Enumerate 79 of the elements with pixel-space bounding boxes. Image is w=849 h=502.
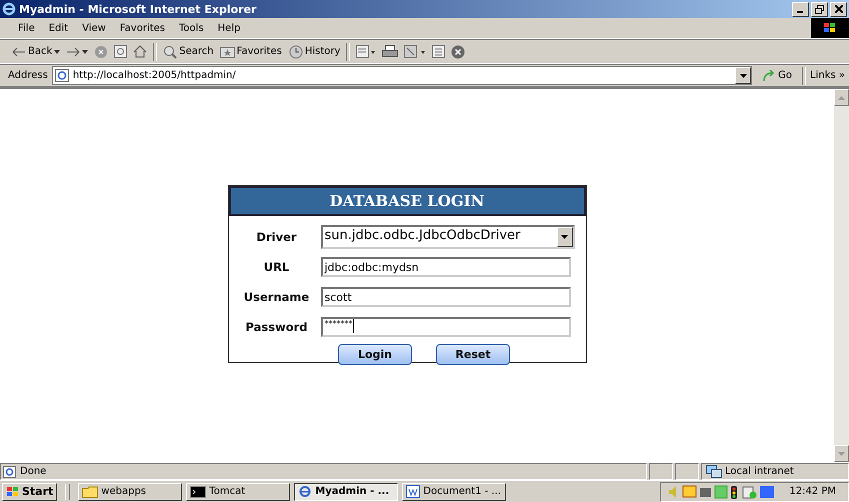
go-arrow-icon (762, 70, 776, 82)
restore-icon (815, 4, 824, 14)
menu-item[interactable]: Edit (42, 22, 74, 34)
field-label: URL (262, 260, 290, 274)
driver-select[interactable]: sun.jdbc.odbc.JdbcOdbcDriver (320, 225, 574, 249)
zone-text: Local intranet (725, 466, 794, 477)
favorites-button[interactable]: Favorites (220, 46, 282, 58)
up-arrow-icon (838, 96, 845, 100)
dropdown-arrow-icon (561, 235, 568, 239)
menu-item[interactable]: View (76, 22, 112, 34)
edit-icon (404, 45, 426, 58)
forward-button[interactable] (66, 46, 88, 56)
history-button[interactable]: History (288, 44, 340, 58)
address-label: Address (8, 70, 48, 81)
folder-icon (82, 486, 98, 498)
restore-button[interactable] (811, 2, 828, 16)
discuss-button[interactable] (432, 45, 446, 58)
home-icon (133, 45, 148, 58)
login-title: DATABASE LOGIN (330, 192, 484, 210)
clock: 12:42 PM (789, 486, 836, 497)
browser-icon (2, 2, 16, 16)
text-field[interactable]: scott (320, 287, 570, 307)
left-arrow-icon (12, 46, 26, 56)
close-icon (834, 5, 842, 13)
home-button[interactable] (133, 45, 148, 58)
mail-button[interactable] (356, 45, 376, 58)
network-icon (706, 465, 722, 478)
messenger-button[interactable] (451, 44, 466, 58)
history-icon (288, 44, 303, 58)
dropdown-arrow-icon (740, 74, 747, 78)
refresh-button[interactable] (114, 45, 128, 58)
document-icon (406, 485, 420, 498)
search-icon (163, 44, 178, 58)
edit-button[interactable] (404, 45, 426, 58)
scrollbar[interactable] (834, 89, 849, 462)
menu-item[interactable]: File (12, 22, 41, 34)
back-button[interactable]: Back (12, 46, 60, 57)
menu-item[interactable]: Favorites (114, 22, 172, 34)
close-button[interactable] (830, 2, 847, 16)
reset-button[interactable]: Reset (436, 344, 510, 365)
field-label: Driver (255, 230, 298, 244)
menu-item[interactable]: Help (212, 22, 246, 34)
page-icon (54, 69, 69, 82)
print-button[interactable] (382, 45, 398, 58)
stop-icon (94, 44, 108, 58)
dropdown-arrow-icon (54, 50, 60, 54)
password-field[interactable]: ******* (320, 317, 570, 337)
taskbar-button[interactable]: Document1 - ... (402, 482, 506, 500)
window-title: Myadmin - Microsoft Internet Explorer (19, 2, 258, 16)
down-arrow-icon (838, 452, 845, 456)
taskbar-button[interactable]: Tomcat (186, 482, 290, 500)
text-field[interactable]: jdbc:odbc:mydsn (320, 257, 570, 277)
links-button[interactable]: Links » (810, 70, 849, 81)
flag-icon (822, 21, 838, 35)
stop-button[interactable] (94, 44, 108, 58)
dropdown-button[interactable] (735, 67, 752, 84)
page-icon (3, 466, 16, 478)
minimize-button[interactable] (792, 2, 809, 16)
browser-icon (298, 485, 312, 498)
dropdown-arrow-icon (82, 50, 88, 54)
windows-flag-icon (6, 486, 20, 498)
document-icon (432, 45, 446, 58)
status-text: Done (20, 466, 46, 477)
right-arrow-icon (66, 46, 80, 56)
taskbar-button[interactable]: webapps (78, 482, 182, 500)
login-button[interactable]: Login (338, 344, 412, 365)
menu-item[interactable]: Tools (173, 22, 210, 34)
refresh-icon (114, 45, 128, 58)
console-icon (190, 486, 206, 498)
taskbar-button[interactable]: Myadmin - ... (294, 482, 398, 500)
go-button[interactable]: Go (756, 70, 798, 82)
printer-icon (382, 45, 398, 58)
messenger-icon (451, 44, 466, 58)
address-field[interactable]: http://localhost:2005/httpadmin/ (52, 66, 752, 85)
mail-icon (356, 45, 376, 58)
field-label: Password (244, 320, 308, 334)
field-label: Username (242, 290, 310, 304)
start-button[interactable]: Start (2, 482, 58, 500)
search-button[interactable]: Search (163, 44, 214, 58)
